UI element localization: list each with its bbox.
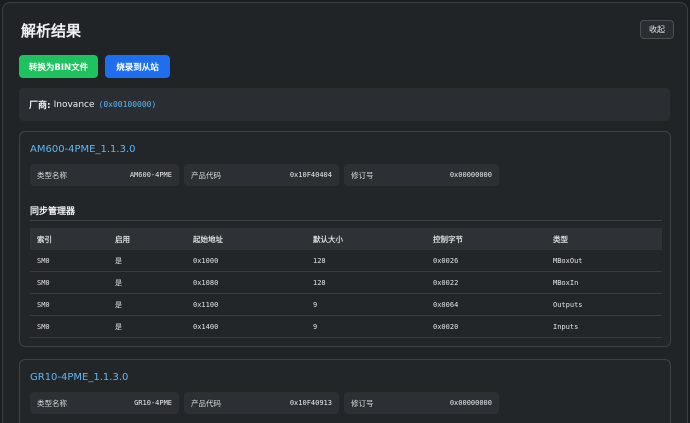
section-divider bbox=[30, 220, 662, 221]
cell-control-byte: 0x0022 bbox=[433, 278, 459, 287]
chip-value: AM600-4PME bbox=[129, 171, 172, 179]
col-header-enabled: 启用 bbox=[115, 234, 130, 244]
sync-manager-table: 索引 启用 起始地址 默认大小 控制字节 类型 SM0 是 0x1000 128… bbox=[30, 228, 662, 338]
chip-value: GR10-4PME bbox=[134, 399, 172, 407]
device-name: GR10-4PME_1.1.3.0 bbox=[30, 372, 129, 383]
cell-type: Inputs bbox=[553, 322, 579, 331]
cell-default-size: 128 bbox=[313, 278, 326, 287]
cell-type: MBoxOut bbox=[553, 256, 583, 265]
chip-label: 产品代码 bbox=[191, 398, 221, 408]
col-header-control-byte: 控制字节 bbox=[433, 234, 463, 244]
product-code-chip: 产品代码 0x10F40913 bbox=[184, 392, 339, 414]
col-header-index: 索引 bbox=[37, 234, 52, 244]
chip-value: 0x00000000 bbox=[449, 171, 492, 179]
chip-label: 类型名称 bbox=[37, 170, 67, 180]
flash-slave-button[interactable]: 烧录到从站 bbox=[105, 55, 170, 78]
cell-enabled: 是 bbox=[115, 278, 122, 287]
table-row: SM0 是 0x1080 128 0x0022 MBoxIn bbox=[30, 272, 662, 294]
col-header-default-size: 默认大小 bbox=[313, 234, 343, 244]
cell-enabled: 是 bbox=[115, 322, 122, 331]
cell-start-address: 0x1080 bbox=[193, 278, 219, 287]
table-row: SM0 是 0x1000 128 0x0026 MBoxOut bbox=[30, 250, 662, 272]
device-card: AM600-4PME_1.1.3.0 类型名称 AM600-4PME 产品代码 … bbox=[19, 131, 671, 347]
col-header-type: 类型 bbox=[553, 234, 568, 244]
col-header-start-address: 起始地址 bbox=[193, 234, 223, 244]
chip-label: 类型名称 bbox=[37, 398, 67, 408]
collapse-button[interactable]: 收起 bbox=[640, 20, 674, 39]
cell-default-size: 128 bbox=[313, 256, 326, 265]
product-code-chip: 产品代码 0x10F40404 bbox=[184, 164, 339, 186]
chip-label: 产品代码 bbox=[191, 170, 221, 180]
revision-chip: 修订号 0x00000000 bbox=[344, 164, 499, 186]
sync-manager-title: 同步管理器 bbox=[30, 207, 76, 217]
cell-start-address: 0x1400 bbox=[193, 322, 219, 331]
cell-default-size: 9 bbox=[313, 322, 318, 331]
table-header: 索引 启用 起始地址 默认大小 控制字节 类型 bbox=[30, 228, 662, 250]
vendor-label: 厂商: bbox=[29, 101, 51, 111]
chip-label: 修订号 bbox=[351, 170, 374, 180]
cell-enabled: 是 bbox=[115, 300, 122, 309]
cell-enabled: 是 bbox=[115, 256, 122, 265]
vendor-name: Inovance bbox=[53, 99, 95, 110]
cell-type: MBoxIn bbox=[553, 278, 579, 287]
table-row: SM0 是 0x1400 9 0x0020 Inputs bbox=[30, 316, 662, 338]
cell-index: SM0 bbox=[37, 300, 50, 309]
chip-value: 0x10F40913 bbox=[289, 399, 332, 407]
cell-start-address: 0x1000 bbox=[193, 256, 219, 265]
type-name-chip: 类型名称 AM600-4PME bbox=[30, 164, 179, 186]
cell-index: SM0 bbox=[37, 278, 50, 287]
vendor-code: (0x00100000) bbox=[98, 100, 157, 109]
cell-default-size: 9 bbox=[313, 300, 318, 309]
chip-value: 0x10F40404 bbox=[289, 171, 332, 179]
device-info-chips: 类型名称 AM600-4PME 产品代码 0x10F40404 修订号 0x00… bbox=[30, 164, 499, 186]
vendor-bar: 厂商: Inovance (0x00100000) bbox=[19, 88, 670, 121]
convert-bin-button[interactable]: 转换为BIN文件 bbox=[19, 55, 98, 78]
chip-label: 修订号 bbox=[351, 398, 374, 408]
cell-type: Outputs bbox=[553, 300, 583, 309]
device-card: GR10-4PME_1.1.3.0 类型名称 GR10-4PME 产品代码 0x… bbox=[19, 359, 671, 423]
device-info-chips: 类型名称 GR10-4PME 产品代码 0x10F40913 修订号 0x000… bbox=[30, 392, 499, 414]
page-title: 解析结果 bbox=[21, 22, 82, 40]
cell-index: SM0 bbox=[37, 256, 50, 265]
revision-chip: 修订号 0x00000000 bbox=[344, 392, 499, 414]
cell-index: SM0 bbox=[37, 322, 50, 331]
type-name-chip: 类型名称 GR10-4PME bbox=[30, 392, 179, 414]
cell-control-byte: 0x0064 bbox=[433, 300, 459, 309]
cell-start-address: 0x1100 bbox=[193, 300, 219, 309]
cell-control-byte: 0x0020 bbox=[433, 322, 459, 331]
device-name: AM600-4PME_1.1.3.0 bbox=[30, 144, 136, 155]
cell-control-byte: 0x0026 bbox=[433, 256, 459, 265]
chip-value: 0x00000000 bbox=[449, 399, 492, 407]
table-row: SM0 是 0x1100 9 0x0064 Outputs bbox=[30, 294, 662, 316]
